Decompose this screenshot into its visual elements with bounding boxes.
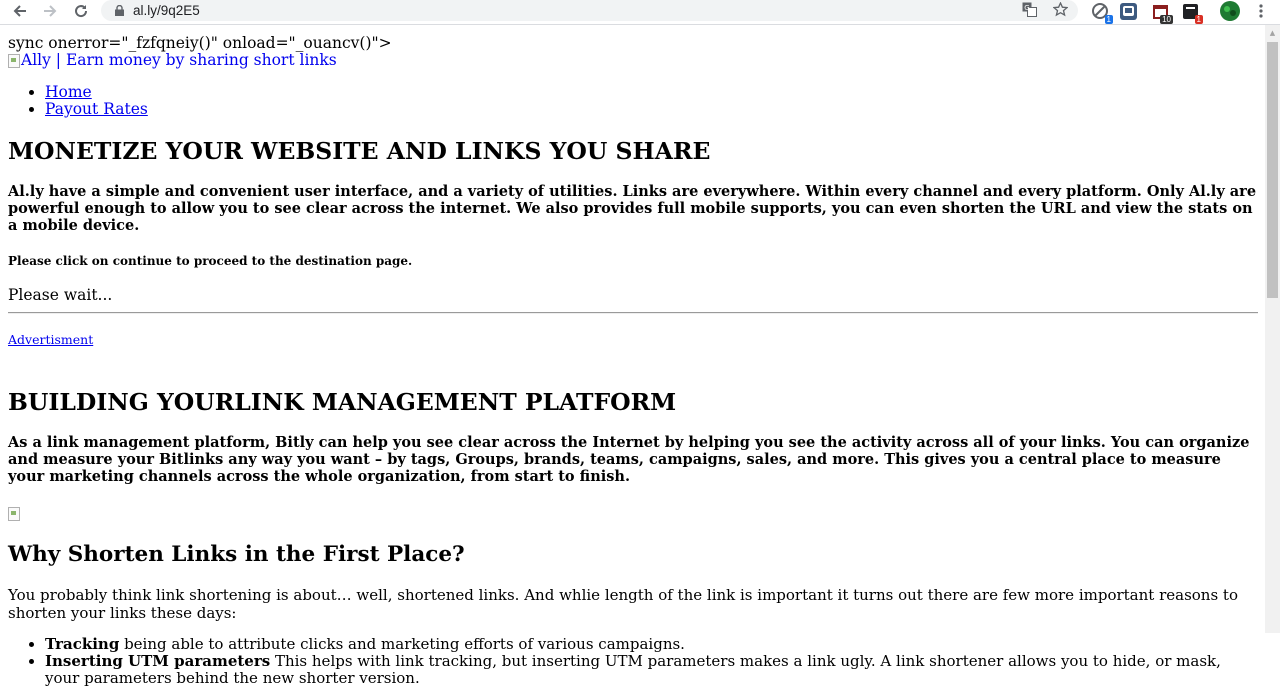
menu-icon[interactable] — [1251, 1, 1271, 21]
extension-privacy-icon[interactable]: 1 — [1090, 1, 1113, 24]
nav-payout-rates-link[interactable]: Payout Rates — [45, 100, 148, 118]
translate-icon[interactable]: G — [1022, 2, 1037, 20]
extension-reader-icon[interactable]: 1 — [1180, 1, 1203, 24]
intro-text: Al.ly have a simple and convenient user … — [8, 183, 1257, 234]
forward-button[interactable] — [35, 0, 65, 22]
extension-badge: 10 — [1160, 15, 1173, 24]
main-nav: Home Payout Rates — [8, 84, 1258, 118]
extension-calendar-icon[interactable]: 10 — [1150, 1, 1173, 24]
reload-button[interactable] — [66, 0, 96, 22]
platform-heading: BUILDING YOURLINK MANAGEMENT PLATFORM — [8, 388, 677, 416]
raw-script-text: sync onerror="_fzfqneiy()" onload="_ouan… — [8, 34, 392, 52]
list-item: Inserting UTM parameters This helps with… — [45, 653, 1258, 687]
star-icon[interactable] — [1052, 1, 1069, 20]
advertisement-link[interactable]: Advertisment — [8, 332, 93, 347]
why-text: You probably think link shortening is ab… — [8, 586, 1238, 622]
logo-alt-text: Ally | Earn money by sharing short links — [21, 51, 337, 69]
lock-icon — [115, 5, 124, 16]
profile-avatar[interactable] — [1220, 1, 1240, 21]
extension-pocket-icon[interactable] — [1118, 1, 1138, 21]
wait-text: Please wait... — [8, 286, 113, 304]
page-heading: MONETIZE YOUR WEBSITE AND LINKS YOU SHAR… — [8, 137, 711, 165]
vertical-scrollbar[interactable]: ▲ — [1265, 25, 1280, 633]
nav-home-link[interactable]: Home — [45, 83, 92, 101]
feature-title: Tracking — [45, 635, 120, 653]
list-item: Tracking being able to attribute clicks … — [45, 636, 1258, 653]
feature-list: Tracking being able to attribute clicks … — [8, 636, 1258, 687]
broken-image-icon — [8, 507, 20, 521]
divider — [8, 312, 1258, 314]
why-heading: Why Shorten Links in the First Place? — [8, 542, 465, 567]
broken-image-icon — [8, 53, 20, 68]
extension-badge: 1 — [1104, 15, 1113, 24]
logo-link[interactable]: Ally | Earn money by sharing short links — [8, 52, 1258, 69]
scrollbar-thumb[interactable] — [1267, 42, 1278, 298]
address-bar[interactable]: al.ly/9q2E5 G — [101, 0, 1078, 21]
arrow-right-icon — [44, 5, 57, 17]
browser-toolbar: al.ly/9q2E5 G 1 10 1 — [0, 0, 1280, 25]
reload-icon — [75, 5, 88, 18]
scroll-up-arrow-icon[interactable]: ▲ — [1265, 25, 1280, 40]
feature-title: Inserting UTM parameters — [45, 652, 271, 670]
feature-text: being able to attribute clicks and marke… — [119, 635, 685, 653]
arrow-left-icon — [13, 5, 26, 17]
back-button[interactable] — [5, 0, 35, 22]
url-text: al.ly/9q2E5 — [133, 3, 200, 18]
page-content: sync onerror="_fzfqneiy()" onload="_ouan… — [8, 34, 1258, 687]
svg-text:G: G — [1024, 4, 1029, 12]
extension-badge: 1 — [1194, 15, 1203, 24]
instruction-text: Please click on continue to proceed to t… — [8, 254, 413, 268]
platform-text: As a link management platform, Bitly can… — [8, 434, 1250, 485]
